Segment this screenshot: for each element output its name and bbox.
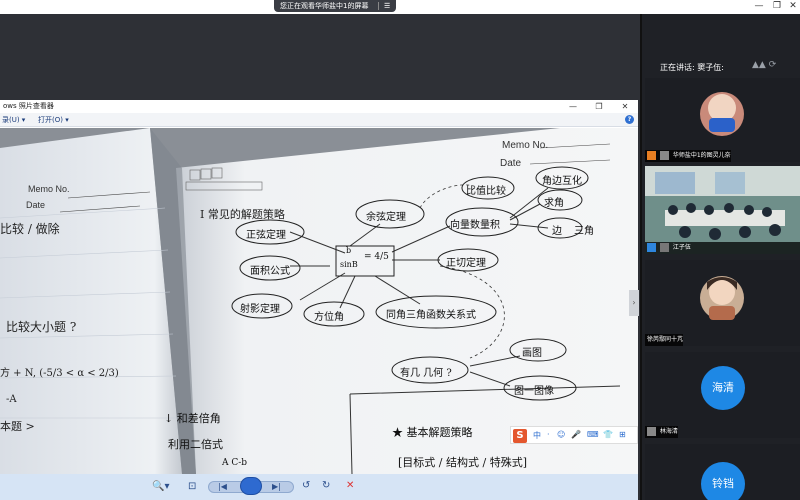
participant-name: 徐芮鄢同十芃 bbox=[647, 336, 684, 343]
map-bottom-right-1: 画图 bbox=[522, 348, 542, 359]
viewer-restore-button[interactable]: ❐ bbox=[592, 100, 606, 113]
list-icon[interactable]: ☰ bbox=[384, 0, 390, 12]
banner-divider bbox=[378, 2, 379, 10]
right-date: Date bbox=[500, 158, 522, 169]
map-node-3: 面积公式 bbox=[250, 266, 290, 277]
left-memo-no: Memo No. bbox=[28, 184, 70, 194]
notebook-photo: Memo No. Date 比较 / 做除 比较大小题 ? 方 + N, (-5… bbox=[0, 128, 638, 474]
delete-icon[interactable]: ✕ bbox=[346, 480, 354, 492]
rotate-right-icon[interactable]: ↻ bbox=[322, 480, 330, 492]
map-node-5: 向量数量积 bbox=[450, 220, 500, 231]
sidebar-controls-icon[interactable]: ▲▲ ⟳ bbox=[752, 60, 776, 70]
photo-viewer-window: ows 照片查看器 — ❐ ✕ 录(U) ▾ 打开(O) ▾ ? Memo No… bbox=[0, 100, 638, 500]
presenter-icon bbox=[647, 151, 656, 160]
left-line-1: 比较 / 做除 bbox=[0, 222, 60, 236]
mic-icon bbox=[647, 427, 656, 436]
zoom-icon[interactable]: 🔍▾ bbox=[152, 481, 169, 493]
map-center-right: = 4/5 bbox=[364, 252, 389, 262]
participant-tile[interactable]: 铃铛 bbox=[645, 444, 800, 500]
map-top-right-3: 边 bbox=[552, 226, 562, 237]
right-memo-no: Memo No. bbox=[502, 140, 549, 151]
left-line-4: -A bbox=[6, 394, 17, 405]
right-heading: I 常见的解题策略 bbox=[200, 208, 285, 221]
ime-chinese-mode[interactable]: 中 bbox=[533, 430, 541, 441]
menu-open[interactable]: 打开(O) ▾ bbox=[38, 113, 69, 127]
left-line-3: 方 + N, (-5/3 < α < 2/3) bbox=[0, 368, 119, 379]
share-banner-text: 您正在观看华师盐中1的屏幕 bbox=[280, 2, 369, 10]
left-bottom-2: 利用二倍式 bbox=[168, 438, 223, 451]
participant-name-label: 徐芮鄢同十芃 bbox=[645, 334, 684, 346]
speaking-label: 正在讲话: 窦子伍: bbox=[660, 63, 724, 72]
left-bottom-1: ↓ 和差倍角 bbox=[164, 412, 221, 425]
participant-tile[interactable]: 华师盐中1的图灵儿奈 bbox=[645, 78, 800, 162]
previous-image-icon[interactable]: |◀ bbox=[218, 481, 227, 493]
rotate-left-icon[interactable]: ↺ bbox=[302, 480, 310, 492]
map-top-right-1: 角边互化 bbox=[542, 176, 582, 187]
viewer-title: ows 照片查看器 bbox=[3, 102, 54, 110]
list-heading: ★ 基本解题策略 bbox=[392, 426, 473, 439]
left-bottom-3: A C-b bbox=[222, 458, 248, 468]
map-node-8: 同角三角函数关系式 bbox=[386, 310, 476, 321]
map-node-9: 方位角 bbox=[314, 312, 344, 323]
classroom-video bbox=[645, 166, 800, 254]
ime-keyboard-icon[interactable]: ⌨ bbox=[587, 430, 599, 439]
left-date: Date bbox=[26, 200, 46, 210]
user-icon bbox=[647, 243, 656, 252]
participant-name: 林海清 bbox=[659, 428, 678, 435]
next-arrow-icon[interactable]: › bbox=[629, 290, 639, 316]
map-node-4: 正切定理 bbox=[446, 258, 486, 269]
left-line-5: 本题 > bbox=[0, 420, 35, 433]
map-right-node: 三角 bbox=[574, 226, 594, 237]
map-node-2: 余弦定理 bbox=[366, 212, 406, 223]
slideshow-button[interactable] bbox=[240, 477, 262, 495]
ime-toolbar[interactable]: S 中 · ☺ 🎤 ⌨ 👕 ⊞ bbox=[510, 426, 638, 444]
ime-skin-icon[interactable]: 👕 bbox=[603, 430, 613, 439]
map-bottom-question: 有几 几何 ? bbox=[400, 368, 452, 379]
avatar: 海清 bbox=[701, 366, 745, 410]
help-icon[interactable]: ? bbox=[625, 115, 634, 124]
map-node-1: 正弦定理 bbox=[246, 230, 286, 241]
ime-voice-icon[interactable]: 🎤 bbox=[571, 430, 581, 439]
participant-tile[interactable]: 海清 林海清 bbox=[645, 352, 800, 438]
map-node-7: 射影定理 bbox=[240, 304, 280, 315]
participant-name: 江子伍 bbox=[672, 244, 691, 251]
participant-name-label: 林海清 bbox=[645, 426, 678, 438]
mic-icon bbox=[659, 243, 669, 252]
map-top-right-2: 求角 bbox=[544, 198, 564, 209]
map-center-top: b bbox=[346, 246, 352, 255]
next-image-icon[interactable]: ▶| bbox=[272, 481, 281, 493]
viewer-minimize-button[interactable]: — bbox=[566, 100, 580, 113]
viewer-menu-bar: 录(U) ▾ 打开(O) ▾ ? bbox=[0, 113, 638, 127]
list-line: [目标式 / 结构式 / 特殊式] bbox=[398, 456, 527, 469]
left-line-2: 比较大小题 ? bbox=[6, 320, 77, 334]
map-bottom-right-2: 图一图像 bbox=[514, 386, 554, 397]
minimize-button[interactable]: — bbox=[752, 0, 766, 12]
viewer-toolbar: 🔍▾ ⊡ |◀ ▶| ↺ ↻ ✕ bbox=[0, 474, 638, 500]
screen-icon bbox=[659, 151, 669, 160]
fit-window-icon[interactable]: ⊡ bbox=[188, 481, 196, 493]
participant-tile[interactable]: 江子伍 bbox=[645, 166, 800, 254]
close-button[interactable]: ✕ bbox=[786, 0, 800, 12]
participant-name-label: 华师盐中1的图灵儿奈 bbox=[645, 150, 731, 162]
screen-share-banner[interactable]: 您正在观看华师盐中1的屏幕 ☰ bbox=[274, 0, 396, 12]
ime-toolbox-icon[interactable]: ⊞ bbox=[619, 430, 626, 439]
student-photo-icon bbox=[700, 276, 744, 320]
map-center-bottom: sinB bbox=[340, 260, 358, 269]
ime-emoji-icon[interactable]: ☺ bbox=[557, 430, 565, 439]
avatar: 铃铛 bbox=[701, 462, 745, 500]
cartoon-avatar-icon bbox=[700, 92, 744, 136]
ime-logo-icon[interactable]: S bbox=[513, 429, 527, 443]
viewer-close-button[interactable]: ✕ bbox=[618, 100, 632, 113]
map-node-6: 比值比较 bbox=[466, 186, 506, 197]
top-bar: 您正在观看华师盐中1的屏幕 ☰ — ❐ ✕ bbox=[0, 0, 800, 14]
viewer-title-bar: ows 照片查看器 — ❐ ✕ bbox=[0, 100, 638, 113]
participant-name: 华师盐中1的图灵儿奈 bbox=[672, 152, 731, 159]
restore-button[interactable]: ❐ bbox=[770, 0, 784, 12]
ime-punctuation[interactable]: · bbox=[547, 430, 550, 439]
participant-name-label: 江子伍 bbox=[645, 242, 800, 254]
menu-burn[interactable]: 录(U) ▾ bbox=[2, 113, 25, 127]
participant-tile[interactable]: 徐芮鄢同十芃 bbox=[645, 260, 800, 346]
